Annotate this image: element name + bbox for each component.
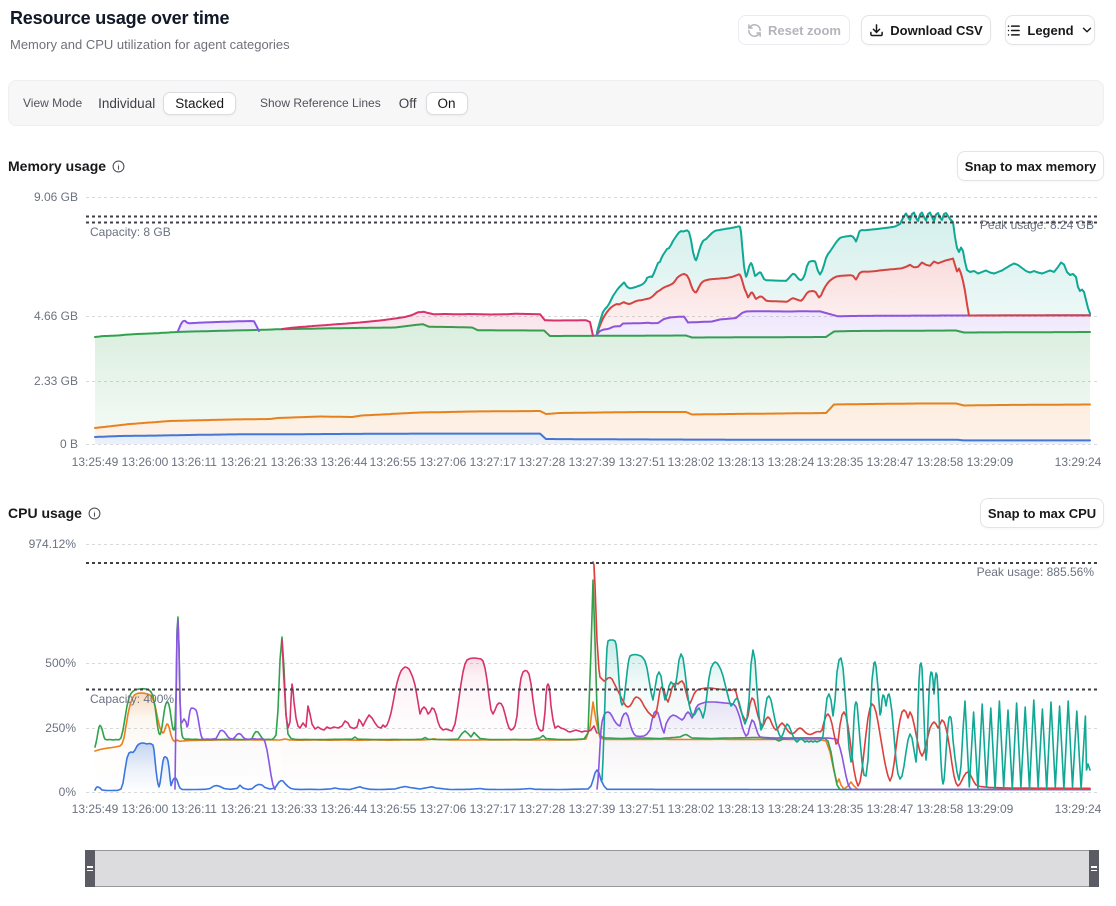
svg-text:13:29:09: 13:29:09 (967, 802, 1014, 816)
svg-text:13:26:11: 13:26:11 (171, 455, 217, 469)
svg-text:13:26:21: 13:26:21 (221, 802, 268, 816)
svg-text:13:28:24: 13:28:24 (768, 802, 815, 816)
svg-text:13:26:33: 13:26:33 (271, 802, 318, 816)
svg-text:13:28:47: 13:28:47 (867, 455, 914, 469)
svg-text:13:26:55: 13:26:55 (370, 455, 417, 469)
svg-text:13:26:00: 13:26:00 (122, 802, 169, 816)
svg-text:13:25:49: 13:25:49 (72, 802, 119, 816)
svg-text:13:28:58: 13:28:58 (917, 802, 964, 816)
svg-text:13:28:58: 13:28:58 (917, 455, 964, 469)
svg-text:13:28:02: 13:28:02 (668, 455, 715, 469)
svg-text:13:26:44: 13:26:44 (321, 455, 368, 469)
svg-text:13:28:24: 13:28:24 (768, 455, 815, 469)
svg-text:Peak usage: 885.56%: Peak usage: 885.56% (977, 565, 1095, 579)
svg-text:0 B: 0 B (60, 437, 78, 451)
svg-text:13:28:13: 13:28:13 (718, 802, 765, 816)
svg-text:13:26:00: 13:26:00 (122, 455, 169, 469)
svg-text:13:28:02: 13:28:02 (668, 802, 715, 816)
svg-text:13:29:24: 13:29:24 (1055, 802, 1102, 816)
svg-text:250%: 250% (45, 721, 76, 735)
svg-text:13:29:24: 13:29:24 (1055, 455, 1102, 469)
svg-text:13:27:28: 13:27:28 (519, 455, 566, 469)
svg-text:13:27:06: 13:27:06 (420, 802, 467, 816)
svg-text:Capacity: 400%: Capacity: 400% (90, 692, 174, 706)
svg-text:13:27:39: 13:27:39 (569, 455, 616, 469)
svg-text:13:28:47: 13:28:47 (867, 802, 914, 816)
svg-text:13:27:28: 13:27:28 (519, 802, 566, 816)
svg-text:13:27:51: 13:27:51 (619, 802, 666, 816)
svg-text:9.06 GB: 9.06 GB (34, 190, 78, 204)
svg-text:0%: 0% (59, 785, 77, 799)
svg-text:Peak usage: 8.24 GB: Peak usage: 8.24 GB (980, 218, 1094, 232)
svg-text:2.33 GB: 2.33 GB (34, 374, 78, 388)
svg-text:13:26:11: 13:26:11 (171, 802, 217, 816)
svg-text:13:27:17: 13:27:17 (470, 455, 517, 469)
svg-text:13:26:55: 13:26:55 (370, 802, 417, 816)
svg-text:13:27:39: 13:27:39 (569, 802, 616, 816)
svg-text:13:27:06: 13:27:06 (420, 455, 467, 469)
svg-text:13:25:49: 13:25:49 (72, 455, 119, 469)
svg-text:13:27:51: 13:27:51 (619, 455, 666, 469)
svg-text:Capacity: 8 GB: Capacity: 8 GB (90, 225, 171, 239)
svg-text:974.12%: 974.12% (29, 537, 77, 551)
svg-text:13:28:35: 13:28:35 (817, 802, 864, 816)
svg-text:13:26:33: 13:26:33 (271, 455, 318, 469)
svg-text:4.66 GB: 4.66 GB (34, 309, 78, 323)
svg-text:13:29:09: 13:29:09 (967, 455, 1014, 469)
svg-text:13:27:17: 13:27:17 (470, 802, 517, 816)
svg-text:13:28:13: 13:28:13 (718, 455, 765, 469)
svg-text:500%: 500% (45, 656, 76, 670)
svg-text:13:28:35: 13:28:35 (817, 455, 864, 469)
svg-text:13:26:21: 13:26:21 (221, 455, 268, 469)
svg-text:13:26:44: 13:26:44 (321, 802, 368, 816)
